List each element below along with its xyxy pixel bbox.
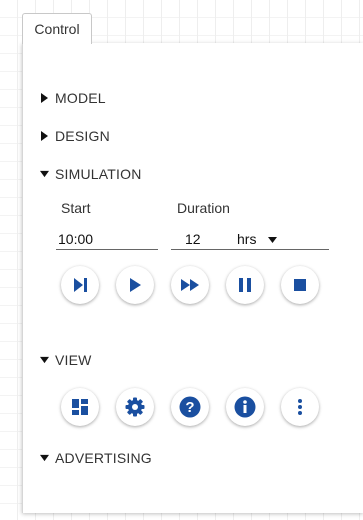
- dashboard-button[interactable]: [61, 388, 99, 426]
- start-time-value: 10:00: [58, 231, 94, 247]
- dropdown-arrow-icon: [268, 236, 278, 243]
- caret-down-icon: [40, 170, 49, 178]
- duration-unit-select[interactable]: hrs: [233, 231, 278, 247]
- duration-label: Duration: [177, 200, 230, 216]
- settings-button[interactable]: [116, 388, 154, 426]
- fast-forward-button[interactable]: [171, 266, 209, 304]
- duration-unit-value: hrs: [237, 231, 257, 247]
- tab-control[interactable]: Control: [22, 13, 92, 44]
- section-simulation-label: SIMULATION: [55, 166, 142, 182]
- section-view-label: VIEW: [55, 352, 92, 368]
- pause-icon: [239, 278, 251, 292]
- caret-down-icon: [40, 454, 49, 462]
- gear-icon: [125, 397, 145, 417]
- section-design-label: DESIGN: [55, 128, 110, 144]
- step-forward-button[interactable]: [61, 266, 99, 304]
- help-button[interactable]: ?: [171, 388, 209, 426]
- start-time-input[interactable]: 10:00: [56, 228, 158, 250]
- stop-icon: [294, 279, 306, 291]
- section-advertising[interactable]: ADVERTISING: [40, 450, 152, 466]
- info-button[interactable]: [226, 388, 264, 426]
- section-model-label: MODEL: [55, 90, 106, 106]
- duration-input[interactable]: 12 hrs: [171, 228, 329, 250]
- more-vert-icon: [298, 399, 302, 415]
- fast-forward-icon: [181, 279, 199, 291]
- section-simulation[interactable]: SIMULATION: [40, 166, 142, 182]
- start-label: Start: [61, 200, 91, 216]
- tab-control-label: Control: [34, 21, 80, 37]
- stop-button[interactable]: [281, 266, 319, 304]
- caret-down-icon: [40, 356, 49, 364]
- section-design[interactable]: DESIGN: [40, 128, 110, 144]
- section-advertising-label: ADVERTISING: [55, 450, 152, 466]
- svg-text:?: ?: [185, 399, 194, 416]
- duration-value: 12: [185, 231, 201, 247]
- more-options-button[interactable]: [281, 388, 319, 426]
- caret-right-icon: [41, 131, 48, 141]
- pause-button[interactable]: [226, 266, 264, 304]
- caret-right-icon: [41, 93, 48, 103]
- play-icon: [130, 278, 141, 292]
- step-forward-icon: [74, 278, 87, 292]
- help-icon: ?: [179, 396, 201, 418]
- dashboard-icon: [72, 399, 88, 415]
- section-view[interactable]: VIEW: [40, 352, 92, 368]
- section-model[interactable]: MODEL: [40, 90, 106, 106]
- info-icon: [234, 396, 256, 418]
- play-button[interactable]: [116, 266, 154, 304]
